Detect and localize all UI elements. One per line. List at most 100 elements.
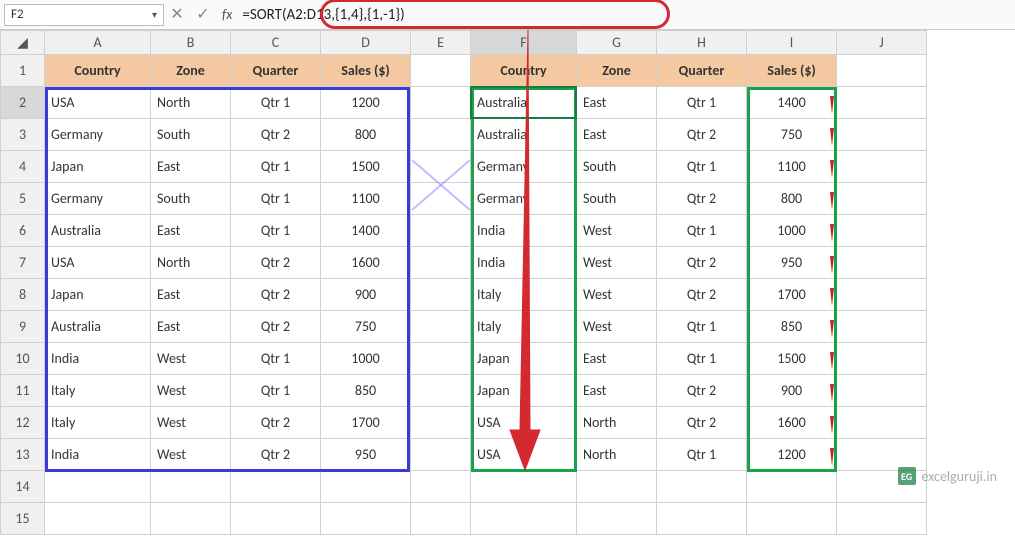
header-sales-right[interactable]: Sales ($) (747, 55, 837, 87)
header-zone-right[interactable]: Zone (577, 55, 657, 87)
cell-quarter-right[interactable]: Qtr 2 (657, 183, 747, 215)
cell-sales-left[interactable]: 1100 (321, 183, 411, 215)
cell-quarter-left[interactable]: Qtr 1 (231, 375, 321, 407)
cell-zone-right[interactable]: West (577, 311, 657, 343)
cell-sales-left[interactable]: 1000 (321, 343, 411, 375)
cell-empty[interactable] (151, 471, 231, 503)
accept-formula-button[interactable]: ✓ (190, 4, 216, 26)
cell-sales-right[interactable]: 950 (747, 247, 837, 279)
cell-sales-right[interactable]: 800 (747, 183, 837, 215)
cell-empty[interactable] (411, 87, 471, 119)
cell-country-left[interactable]: Australia (45, 215, 151, 247)
cell-zone-left[interactable]: West (151, 343, 231, 375)
cell-quarter-right[interactable]: Qtr 1 (657, 439, 747, 471)
cell-zone-left[interactable]: West (151, 439, 231, 471)
cell-country-right[interactable]: Australia (471, 87, 577, 119)
cell-quarter-right[interactable]: Qtr 1 (657, 343, 747, 375)
cell-zone-left[interactable]: East (151, 151, 231, 183)
cell-quarter-left[interactable]: Qtr 2 (231, 119, 321, 151)
cell-zone-left[interactable]: South (151, 119, 231, 151)
cell-empty[interactable] (411, 55, 471, 87)
cell-country-right[interactable]: Germany (471, 151, 577, 183)
cell-sales-right[interactable]: 1000 (747, 215, 837, 247)
cell-zone-right[interactable]: East (577, 87, 657, 119)
cell-empty[interactable] (411, 311, 471, 343)
cell-country-right[interactable]: Japan (471, 375, 577, 407)
cell-country-left[interactable]: Germany (45, 183, 151, 215)
cell-country-left[interactable]: Australia (45, 311, 151, 343)
cell-zone-right[interactable]: West (577, 215, 657, 247)
cell-sales-right[interactable]: 1100 (747, 151, 837, 183)
cell-country-right[interactable]: Australia (471, 119, 577, 151)
col-header-F[interactable]: F (471, 31, 577, 55)
cell-empty[interactable] (837, 151, 927, 183)
cell-sales-left[interactable]: 1600 (321, 247, 411, 279)
cell-country-right[interactable]: Germany (471, 183, 577, 215)
row-header[interactable]: 14 (1, 471, 45, 503)
col-header-G[interactable]: G (577, 31, 657, 55)
cell-country-right[interactable]: Japan (471, 343, 577, 375)
cell-country-left[interactable]: Italy (45, 375, 151, 407)
cell-empty[interactable] (411, 503, 471, 535)
row-header[interactable]: 1 (1, 55, 45, 87)
cell-empty[interactable] (411, 279, 471, 311)
cell-empty[interactable] (657, 503, 747, 535)
col-header-I[interactable]: I (747, 31, 837, 55)
cell-empty[interactable] (747, 503, 837, 535)
cell-quarter-left[interactable]: Qtr 2 (231, 407, 321, 439)
cell-sales-left[interactable]: 950 (321, 439, 411, 471)
name-box[interactable]: F2 ▾ (4, 4, 164, 26)
row-header[interactable]: 11 (1, 375, 45, 407)
cell-quarter-right[interactable]: Qtr 1 (657, 87, 747, 119)
cell-empty[interactable] (837, 343, 927, 375)
cell-quarter-right[interactable]: Qtr 2 (657, 375, 747, 407)
cell-sales-left[interactable]: 900 (321, 279, 411, 311)
cell-sales-right[interactable]: 900 (747, 375, 837, 407)
col-header-A[interactable]: A (45, 31, 151, 55)
cell-sales-left[interactable]: 1400 (321, 215, 411, 247)
cell-country-right[interactable]: USA (471, 407, 577, 439)
header-sales-left[interactable]: Sales ($) (321, 55, 411, 87)
cell-empty[interactable] (837, 55, 927, 87)
cell-empty[interactable] (321, 503, 411, 535)
cell-empty[interactable] (411, 439, 471, 471)
col-header-E[interactable]: E (411, 31, 471, 55)
cell-quarter-left[interactable]: Qtr 2 (231, 247, 321, 279)
cell-zone-left[interactable]: West (151, 407, 231, 439)
cell-zone-left[interactable]: North (151, 247, 231, 279)
cell-empty[interactable] (45, 503, 151, 535)
cell-quarter-right[interactable]: Qtr 2 (657, 247, 747, 279)
cell-empty[interactable] (577, 503, 657, 535)
cell-country-right[interactable]: India (471, 215, 577, 247)
cell-quarter-left[interactable]: Qtr 1 (231, 215, 321, 247)
cell-zone-right[interactable]: East (577, 343, 657, 375)
cell-zone-left[interactable]: West (151, 375, 231, 407)
cell-empty[interactable] (411, 375, 471, 407)
cell-empty[interactable] (411, 151, 471, 183)
cell-country-left[interactable]: Japan (45, 151, 151, 183)
cell-sales-right[interactable]: 1600 (747, 407, 837, 439)
row-header[interactable]: 12 (1, 407, 45, 439)
cell-empty[interactable] (837, 215, 927, 247)
col-header-D[interactable]: D (321, 31, 411, 55)
cell-quarter-right[interactable]: Qtr 1 (657, 151, 747, 183)
col-header-J[interactable]: J (837, 31, 927, 55)
header-country-right[interactable]: Country (471, 55, 577, 87)
cell-sales-left[interactable]: 750 (321, 311, 411, 343)
cell-quarter-right[interactable]: Qtr 1 (657, 311, 747, 343)
row-header[interactable]: 6 (1, 215, 45, 247)
cell-empty[interactable] (471, 503, 577, 535)
cell-empty[interactable] (837, 439, 927, 471)
cell-zone-left[interactable]: East (151, 215, 231, 247)
cell-empty[interactable] (837, 407, 927, 439)
cell-quarter-left[interactable]: Qtr 2 (231, 439, 321, 471)
cell-zone-right[interactable]: North (577, 439, 657, 471)
cell-empty[interactable] (837, 247, 927, 279)
cell-country-left[interactable]: Germany (45, 119, 151, 151)
cell-country-left[interactable]: USA (45, 247, 151, 279)
cell-quarter-right[interactable]: Qtr 2 (657, 407, 747, 439)
row-header[interactable]: 8 (1, 279, 45, 311)
cell-country-left[interactable]: USA (45, 87, 151, 119)
cell-zone-left[interactable]: South (151, 183, 231, 215)
header-quarter-right[interactable]: Quarter (657, 55, 747, 87)
